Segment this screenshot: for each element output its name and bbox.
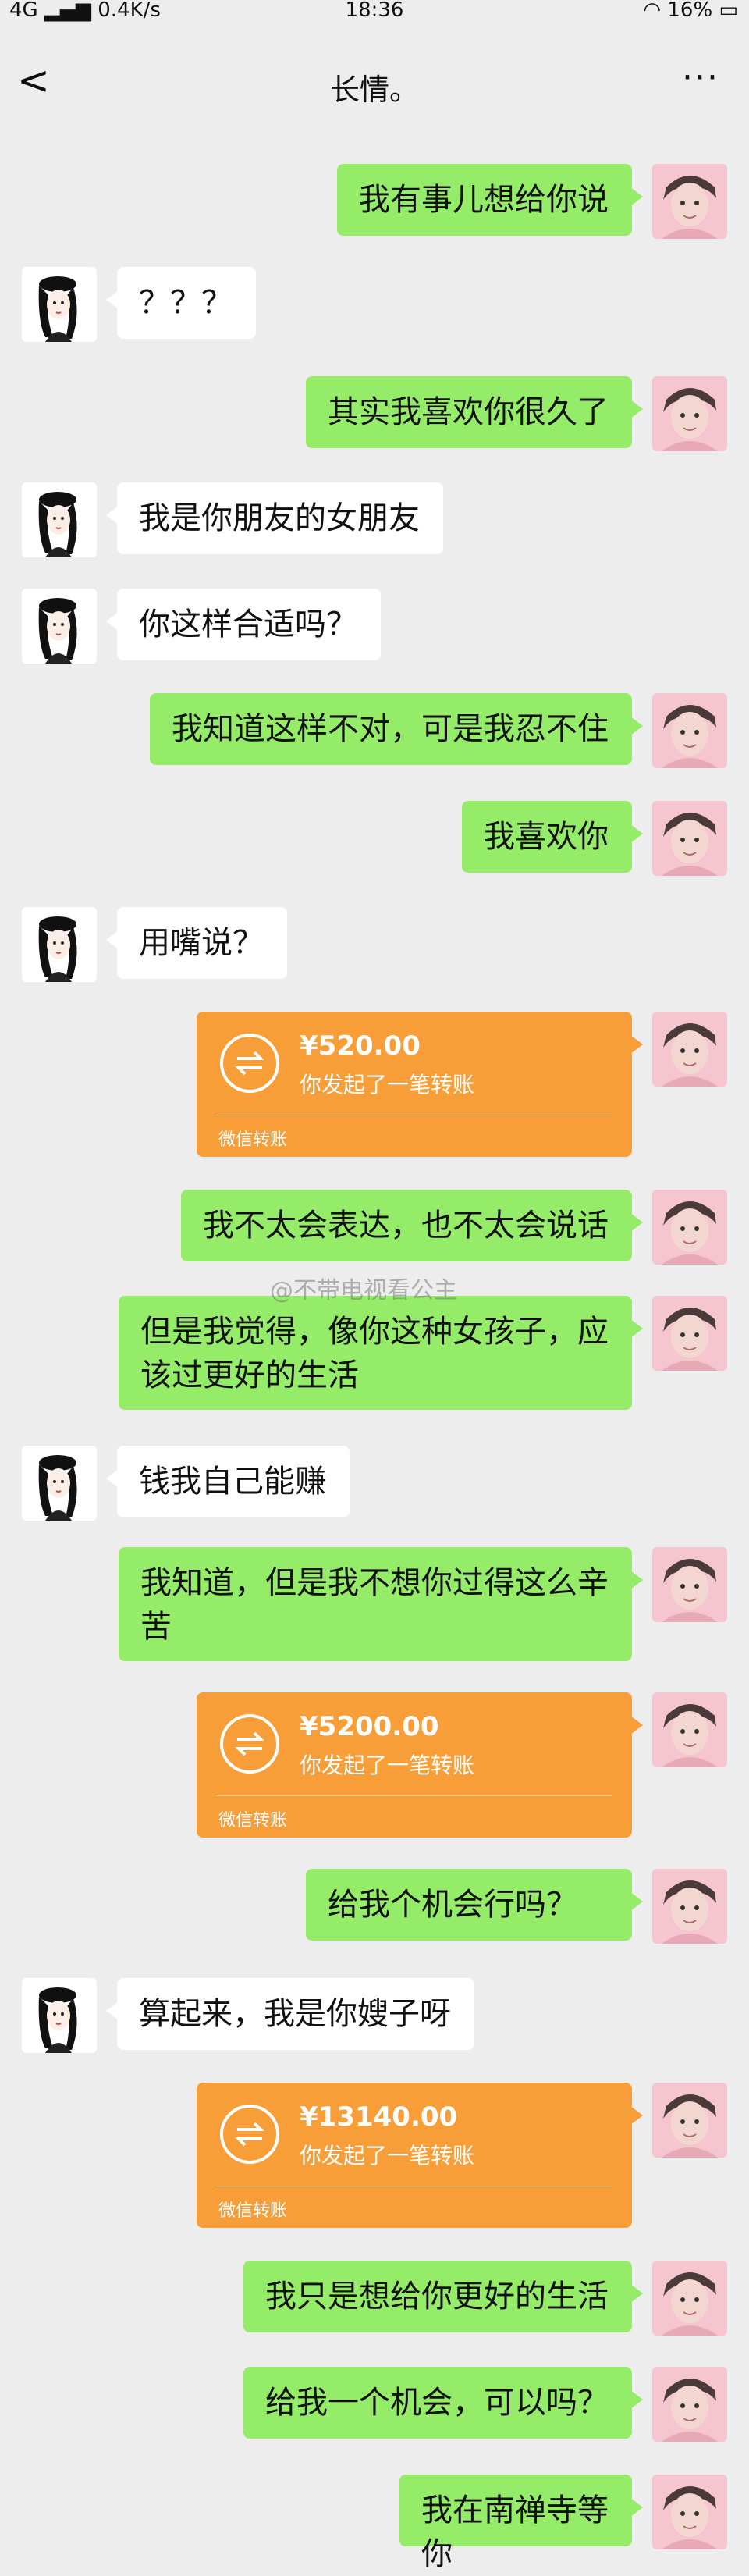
message-row: 我是你朋友的女朋友 (0, 482, 749, 557)
clock: 18:36 (345, 0, 404, 22)
message-bubble[interactable]: 算起来，我是你嫂子呀 (106, 1978, 474, 2050)
wifi-icon: ◠ (643, 0, 662, 22)
my-avatar[interactable] (652, 693, 727, 768)
transfer-label: 微信转账 (218, 1130, 288, 1150)
my-avatar[interactable] (652, 1296, 727, 1371)
message-row: 其实我喜欢你很久了 (0, 376, 749, 451)
message-bubble[interactable]: 我不太会表达，也不太会说话 (181, 1190, 643, 1261)
chat-title: 长情。 (329, 73, 419, 107)
message-row: 我知道，但是我不想你过得这么辛苦 (0, 1547, 749, 1661)
my-avatar[interactable] (652, 2261, 727, 2336)
message-bubble[interactable]: 我在南禅寺等你 (399, 2475, 643, 2572)
my-avatar[interactable] (652, 1190, 727, 1265)
message-bubble[interactable]: 用嘴说？ (106, 907, 287, 979)
contact-avatar[interactable] (22, 267, 97, 342)
message-text: 我喜欢你 (484, 819, 609, 855)
transfer-arrows-icon (220, 2105, 279, 2164)
contact-avatar[interactable] (22, 589, 97, 664)
message-bubble[interactable]: 钱我自己能赚 (106, 1446, 350, 1517)
my-avatar[interactable] (652, 1869, 727, 1944)
message-row: 你这样合适吗？ (0, 589, 749, 664)
battery-icon: ▭ (719, 0, 738, 22)
message-row: 我有事儿想给你说 (0, 164, 749, 239)
contact-avatar[interactable] (22, 1978, 97, 2053)
message-text: 我有事儿想给你说 (359, 182, 609, 218)
message-text: 其实我喜欢你很久了 (328, 394, 609, 430)
message-text: 我知道，但是我不想你过得这么辛苦 (140, 1565, 609, 1645)
my-avatar[interactable] (652, 2475, 727, 2549)
transfer-description: 你发起了一笔转账 (300, 1072, 475, 1098)
message-row: 给我个机会行吗？ (0, 1869, 749, 1944)
message-text: 给我个机会行吗？ (328, 1887, 577, 1923)
message-bubble[interactable]: 我喜欢你 (462, 801, 643, 873)
transfer-arrows-icon (220, 1714, 279, 1774)
transfer-amount: ¥13140.00 (300, 2101, 458, 2133)
watermark-text: @不带电视看公主 (270, 1277, 457, 1304)
message-text: 但是我觉得，像你这种女孩子，应该过更好的生活 (140, 1314, 609, 1393)
message-bubble[interactable]: 我有事儿想给你说 (337, 164, 643, 236)
transfer-card[interactable]: ¥5200.00 你发起了一笔转账微信转账 (197, 1692, 643, 1838)
transfer-card[interactable]: ¥13140.00 你发起了一笔转账微信转账 (197, 2083, 643, 2228)
message-bubble[interactable]: ？？？ (106, 267, 256, 339)
contact-avatar[interactable] (22, 907, 97, 982)
message-bubble[interactable]: 其实我喜欢你很久了 (306, 376, 643, 448)
message-bubble[interactable]: 给我一个机会，可以吗？ (243, 2367, 643, 2439)
message-bubble[interactable]: 我知道这样不对，可是我忍不住 (150, 693, 643, 765)
chat-header: < 长情。 ··· (0, 23, 749, 141)
my-avatar[interactable] (652, 2367, 727, 2442)
message-row: ¥13140.00 你发起了一笔转账微信转账 (0, 2083, 749, 2228)
message-bubble[interactable]: 你这样合适吗？ (106, 589, 381, 660)
my-avatar[interactable] (652, 1692, 727, 1767)
message-text: 给我一个机会，可以吗？ (265, 2385, 609, 2421)
my-avatar[interactable] (652, 164, 727, 239)
message-row: 但是我觉得，像你这种女孩子，应该过更好的生活 (0, 1296, 749, 1410)
message-text: 我不太会表达，也不太会说话 (203, 1208, 609, 1244)
message-row: 我只是想给你更好的生活 (0, 2261, 749, 2336)
message-row: 我知道这样不对，可是我忍不住 (0, 693, 749, 768)
transfer-label: 微信转账 (218, 1811, 288, 1831)
message-row: 我在南禅寺等你 (0, 2475, 749, 2572)
battery-level: 16% (667, 0, 713, 22)
message-text: 我是你朋友的女朋友 (139, 500, 420, 536)
status-bar: 4G ▂▄▆ 0.4K/s 18:36 ◠ 16% ▭ (0, 0, 749, 23)
transfer-amount: ¥5200.00 (300, 1711, 439, 1742)
my-avatar[interactable] (652, 801, 727, 876)
message-text: 用嘴说？ (139, 925, 264, 961)
transfer-label: 微信转账 (218, 2201, 288, 2221)
message-row: ¥520.00 你发起了一笔转账微信转账 (0, 1012, 749, 1157)
my-avatar[interactable] (652, 2083, 727, 2158)
message-row: 算起来，我是你嫂子呀 (0, 1978, 749, 2053)
message-row: 给我一个机会，可以吗？ (0, 2367, 749, 2442)
message-text: 你这样合适吗？ (139, 607, 357, 642)
message-text: ？？？ (139, 285, 233, 321)
my-avatar[interactable] (652, 1547, 727, 1622)
message-bubble[interactable]: 我是你朋友的女朋友 (106, 482, 443, 554)
message-row: 我不太会表达，也不太会说话 (0, 1190, 749, 1265)
message-text: 算起来，我是你嫂子呀 (139, 1996, 451, 2032)
contact-avatar[interactable] (22, 1446, 97, 1521)
message-text: 我在南禅寺等你 (421, 2492, 609, 2572)
message-row: ¥5200.00 你发起了一笔转账微信转账 (0, 1692, 749, 1838)
message-row: 用嘴说？ (0, 907, 749, 982)
contact-avatar[interactable] (22, 482, 97, 557)
transfer-amount: ¥520.00 (300, 1030, 421, 1062)
message-bubble[interactable]: 我知道，但是我不想你过得这么辛苦 (119, 1547, 643, 1661)
my-avatar[interactable] (652, 376, 727, 451)
more-dots-icon[interactable]: ··· (682, 58, 719, 98)
message-text: 钱我自己能赚 (139, 1464, 326, 1500)
message-text: 我知道这样不对，可是我忍不住 (172, 711, 609, 747)
message-bubble[interactable]: 给我个机会行吗？ (306, 1869, 643, 1941)
message-text: 我只是想给你更好的生活 (265, 2279, 609, 2314)
message-row: ？？？ (0, 267, 749, 342)
transfer-description: 你发起了一笔转账 (300, 2143, 475, 2169)
message-bubble[interactable]: 但是我觉得，像你这种女孩子，应该过更好的生活 (119, 1296, 643, 1410)
my-avatar[interactable] (652, 1012, 727, 1087)
transfer-card[interactable]: ¥520.00 你发起了一笔转账微信转账 (197, 1012, 643, 1157)
message-row: 我喜欢你 (0, 801, 749, 876)
transfer-arrows-icon (220, 1034, 279, 1093)
message-row: 钱我自己能赚 (0, 1446, 749, 1521)
transfer-divider (217, 1795, 612, 1796)
message-bubble[interactable]: 我只是想给你更好的生活 (243, 2261, 643, 2332)
transfer-description: 你发起了一笔转账 (300, 1752, 475, 1778)
